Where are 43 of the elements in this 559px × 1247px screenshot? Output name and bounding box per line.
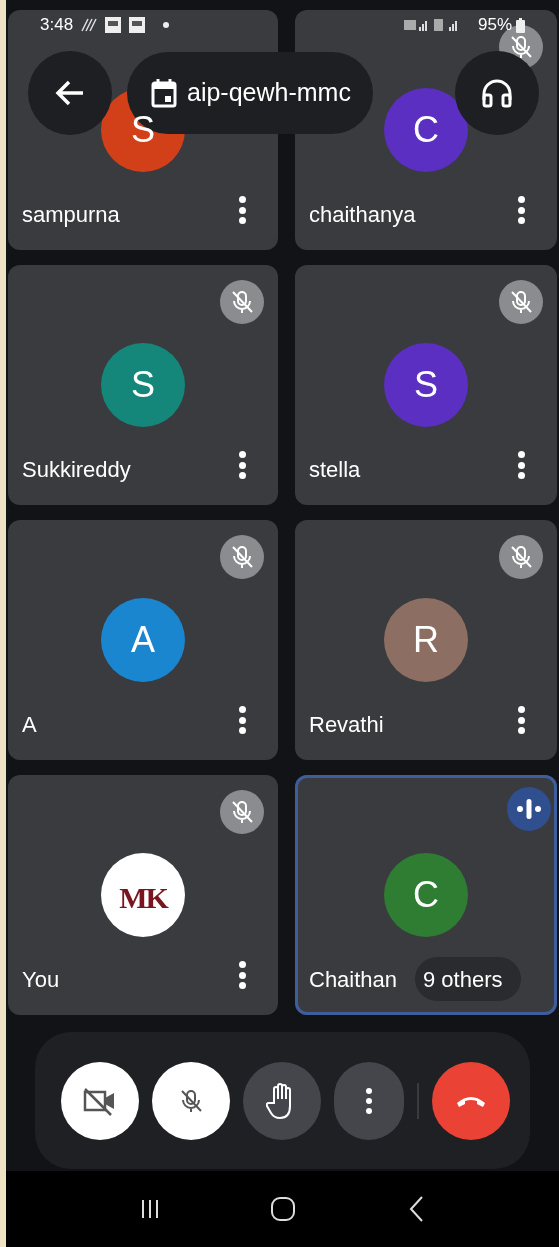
participant-tile[interactable]: S Sukkireddy <box>8 265 278 505</box>
participant-name: You <box>22 966 60 994</box>
mic-off-icon <box>508 289 534 315</box>
participant-name: Revathi <box>309 711 384 739</box>
mic-off-icon <box>229 544 255 570</box>
mic-off-icon <box>229 799 255 825</box>
avatar-initial: C <box>384 88 468 172</box>
avatar-initial: S <box>384 343 468 427</box>
participant-tile[interactable]: R Revathi <box>295 520 557 760</box>
logo-avatar: MK <box>101 853 185 937</box>
mic-off-icon <box>508 544 534 570</box>
participant-name: sampurna <box>22 201 120 229</box>
participant-tile[interactable]: MK You <box>8 775 278 1015</box>
others-chip[interactable]: 9 others <box>415 957 521 1001</box>
battery-percentage: 95% <box>477 14 512 37</box>
participant-tile[interactable]: A A <box>8 520 278 760</box>
participant-name: stella <box>309 456 361 484</box>
avatar-initial: R <box>384 598 468 682</box>
participant-name: chaithanya <box>309 201 416 229</box>
mic-off-icon <box>178 1087 204 1114</box>
participant-tile[interactable]: S stella <box>295 265 557 505</box>
back-icon[interactable] <box>407 1195 424 1223</box>
participant-tile[interactable]: C Chaithan 9 others <box>295 775 557 1015</box>
headphones-icon <box>481 78 513 108</box>
mic-off-icon <box>229 289 255 315</box>
speaking-indicator-icon <box>507 787 551 831</box>
avatar-initial: S <box>101 343 185 427</box>
participant-name: Chaithan <box>309 966 398 994</box>
clock-time: 3:48 <box>40 14 74 37</box>
participant-name: Sukkireddy <box>22 456 131 484</box>
avatar-initial: C <box>384 853 468 937</box>
wifi-calling-icon <box>81 17 98 33</box>
recent-apps-icon[interactable] <box>141 1198 160 1220</box>
notification-dot-icon <box>163 22 170 28</box>
home-icon[interactable] <box>269 1195 298 1223</box>
notification-icon <box>129 17 146 33</box>
notification-icon <box>105 17 122 33</box>
battery-icon <box>516 17 525 33</box>
mic-off-icon <box>508 34 534 60</box>
back-arrow-icon <box>55 80 85 106</box>
calendar-icon <box>151 78 177 108</box>
avatar-initial: A <box>101 598 185 682</box>
participant-name: A <box>22 711 37 739</box>
